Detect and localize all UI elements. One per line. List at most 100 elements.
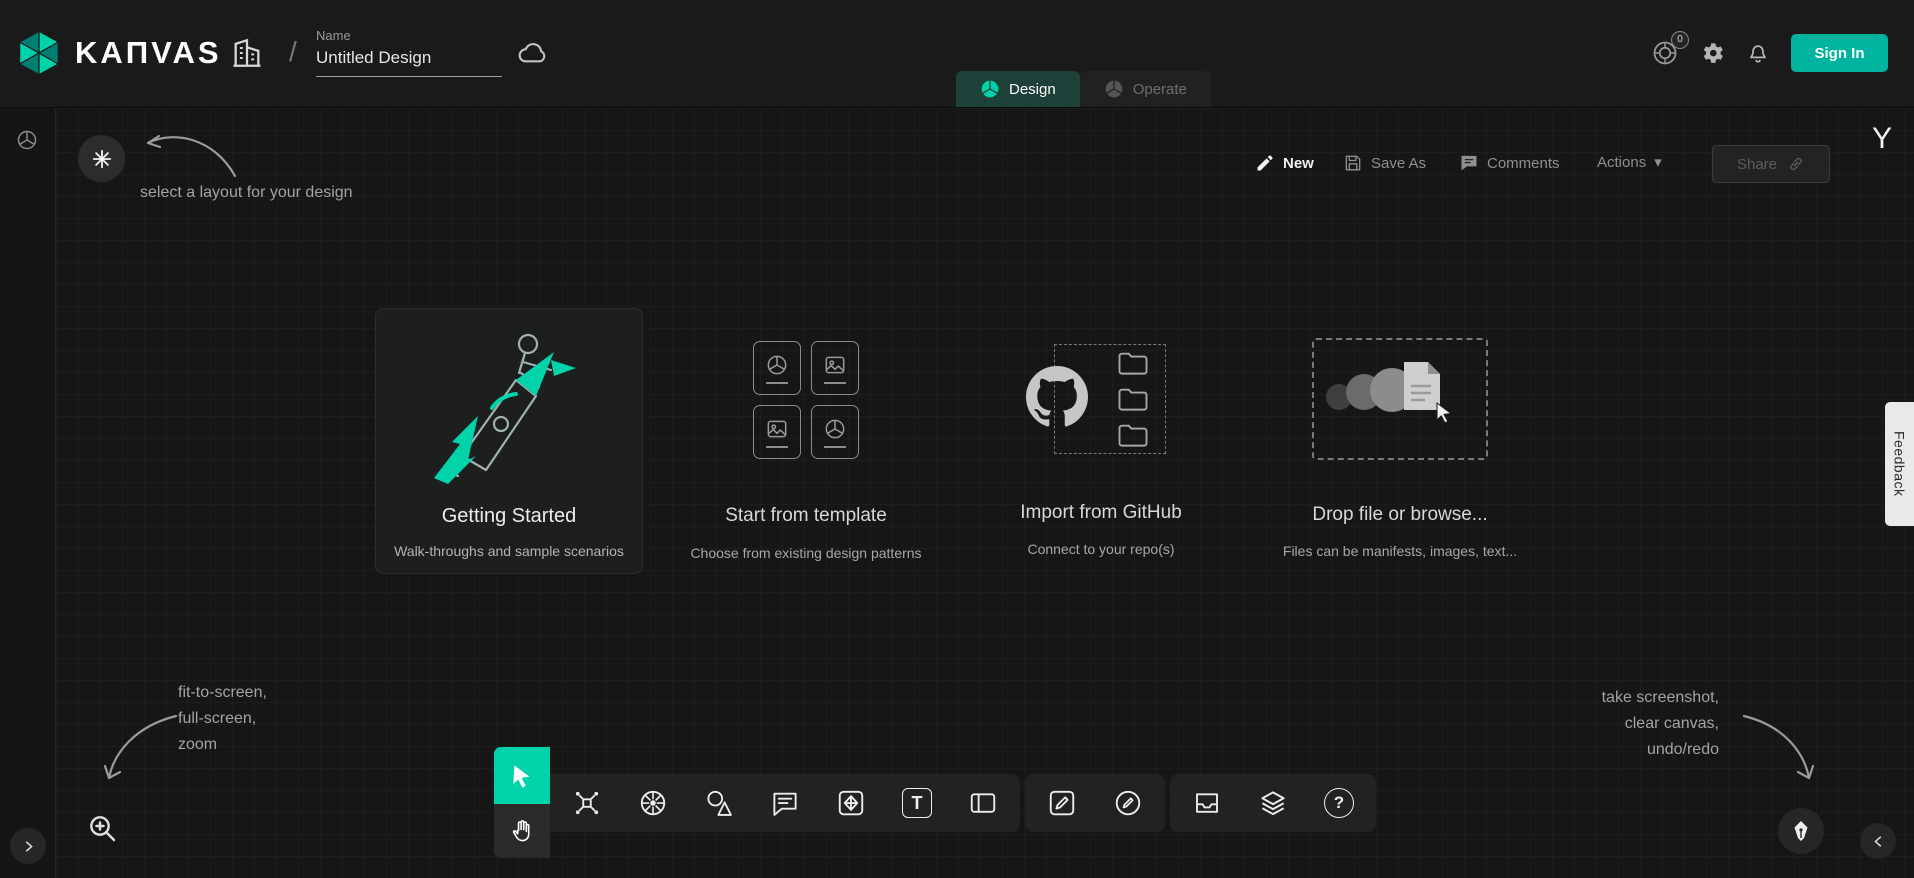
layout-selector-button[interactable] bbox=[78, 135, 125, 182]
magnifier-icon bbox=[86, 812, 118, 844]
text-tool[interactable]: T bbox=[902, 788, 932, 818]
relationship-tool[interactable] bbox=[572, 788, 602, 818]
layout-hint-text: select a layout for your design bbox=[140, 180, 353, 206]
organization-button[interactable] bbox=[230, 36, 264, 73]
layout-asterisk-icon bbox=[91, 148, 113, 170]
comments-label: Comments bbox=[1487, 155, 1560, 172]
card-title: Drop file or browse... bbox=[1264, 504, 1536, 526]
aperture-icon bbox=[822, 416, 848, 442]
image-icon bbox=[764, 416, 790, 442]
design-name-label: Name bbox=[316, 28, 502, 43]
design-name-input[interactable] bbox=[316, 46, 502, 77]
freehand-pen-button[interactable] bbox=[1778, 808, 1824, 854]
app-header: KAΠVAS / Name Design bbox=[0, 0, 1914, 108]
expand-left-panel-button[interactable] bbox=[10, 828, 46, 864]
screenshot-hint-text: take screenshot, clear canvas, undo/redo bbox=[1519, 685, 1719, 763]
template-tiles bbox=[671, 335, 941, 459]
template-tile bbox=[811, 341, 859, 395]
collapse-right-button[interactable] bbox=[1860, 823, 1896, 859]
drawer-tool[interactable] bbox=[1192, 788, 1222, 818]
card-subtitle: Choose from existing design patterns bbox=[671, 545, 941, 561]
image-icon bbox=[822, 352, 848, 378]
meshery-component-tool[interactable] bbox=[836, 788, 866, 818]
tab-operate[interactable]: Operate bbox=[1080, 71, 1211, 107]
card-title: Getting Started bbox=[376, 505, 642, 528]
credits-button[interactable]: 0 bbox=[1651, 39, 1679, 67]
zoom-button[interactable] bbox=[86, 812, 118, 844]
share-button[interactable]: Share bbox=[1712, 145, 1830, 183]
brush-tool[interactable] bbox=[1047, 788, 1077, 818]
comment-icon bbox=[1459, 153, 1479, 173]
select-pan-stack bbox=[494, 747, 550, 858]
sign-in-button[interactable]: Sign In bbox=[1791, 34, 1888, 72]
template-tile bbox=[811, 405, 859, 459]
design-tab-icon bbox=[980, 79, 1000, 99]
header-actions: 0 Sign In bbox=[1651, 34, 1888, 72]
drop-zone[interactable] bbox=[1312, 338, 1488, 460]
folder-icon bbox=[1116, 386, 1150, 413]
card-getting-started[interactable]: Getting Started Walk-throughs and sample… bbox=[375, 308, 643, 574]
collaborator-indicator: Y bbox=[1872, 122, 1892, 156]
note-tool[interactable] bbox=[968, 788, 998, 818]
building-icon bbox=[230, 36, 264, 70]
layers-tool[interactable] bbox=[1258, 788, 1288, 818]
kubernetes-tool[interactable] bbox=[638, 788, 668, 818]
note-card-icon bbox=[968, 788, 998, 818]
layers-icon bbox=[1258, 788, 1288, 818]
operate-tab-icon bbox=[1104, 79, 1124, 99]
new-label: New bbox=[1283, 155, 1314, 172]
shapes-icon bbox=[704, 788, 734, 818]
folder-icon bbox=[1116, 350, 1150, 377]
folder-icon bbox=[1116, 422, 1150, 449]
settings-button[interactable] bbox=[1699, 40, 1725, 66]
shapes-tool[interactable] bbox=[704, 788, 734, 818]
chevron-right-icon bbox=[21, 839, 36, 854]
card-subtitle: Connect to your repo(s) bbox=[966, 541, 1236, 557]
cloud-sync-icon bbox=[517, 36, 549, 73]
link-icon bbox=[1787, 155, 1805, 173]
tab-design-label: Design bbox=[1009, 81, 1056, 98]
mode-tabs: Design Operate bbox=[956, 71, 1211, 107]
save-as-label: Save As bbox=[1371, 155, 1426, 172]
pencil-circle-icon bbox=[1113, 788, 1143, 818]
save-as-button[interactable]: Save As bbox=[1343, 153, 1426, 173]
tab-design[interactable]: Design bbox=[956, 71, 1080, 107]
select-tool[interactable] bbox=[494, 747, 550, 804]
meshery-tile-icon bbox=[836, 788, 866, 818]
share-label: Share bbox=[1737, 156, 1777, 173]
new-button[interactable]: New bbox=[1255, 153, 1314, 173]
card-import-from-github[interactable]: Import from GitHub Connect to your repo(… bbox=[966, 340, 1236, 560]
chevron-left-icon bbox=[1871, 834, 1886, 849]
card-drop-file[interactable]: Drop file or browse... Files can be mani… bbox=[1264, 338, 1536, 560]
feedback-tab[interactable]: Feedback bbox=[1885, 402, 1914, 526]
kanvas-app: KAΠVAS / Name Design bbox=[0, 0, 1914, 878]
card-start-from-template[interactable]: Start from template Choose from existing… bbox=[671, 335, 941, 565]
help-tool[interactable]: ? bbox=[1324, 788, 1354, 818]
text-tool-icon: T bbox=[902, 788, 932, 818]
notifications-button[interactable] bbox=[1745, 40, 1771, 66]
card-subtitle: Files can be manifests, images, text... bbox=[1264, 543, 1536, 559]
kanvas-logo[interactable]: KAΠVAS bbox=[16, 30, 222, 76]
comments-button[interactable]: Comments bbox=[1459, 153, 1560, 173]
card-title: Start from template bbox=[671, 505, 941, 527]
logo-text: KAΠVAS bbox=[75, 35, 222, 71]
kubernetes-wheel-icon bbox=[638, 788, 668, 818]
card-title: Import from GitHub bbox=[966, 502, 1236, 524]
cursor-arrow-icon bbox=[509, 763, 535, 789]
actions-label: Actions bbox=[1597, 154, 1646, 171]
template-tile bbox=[753, 405, 801, 459]
pencil-icon bbox=[1255, 153, 1275, 173]
comment-bubble-icon bbox=[770, 788, 800, 818]
actions-dropdown[interactable]: Actions ▾ bbox=[1597, 153, 1662, 171]
comment-tool[interactable] bbox=[770, 788, 800, 818]
pencil-annotate-tool[interactable] bbox=[1113, 788, 1143, 818]
save-icon bbox=[1343, 153, 1363, 173]
kanvas-logo-icon bbox=[16, 30, 62, 76]
pan-tool[interactable] bbox=[494, 804, 550, 858]
chevron-down-icon: ▾ bbox=[1654, 153, 1662, 171]
bell-icon bbox=[1745, 40, 1771, 66]
toolbar-segment-shapes: T bbox=[550, 774, 1020, 832]
toolbar-segment-drawing bbox=[1025, 774, 1165, 832]
meshery-spinner-icon bbox=[15, 128, 39, 157]
zoom-hint-text: fit-to-screen, full-screen, zoom bbox=[178, 680, 267, 758]
